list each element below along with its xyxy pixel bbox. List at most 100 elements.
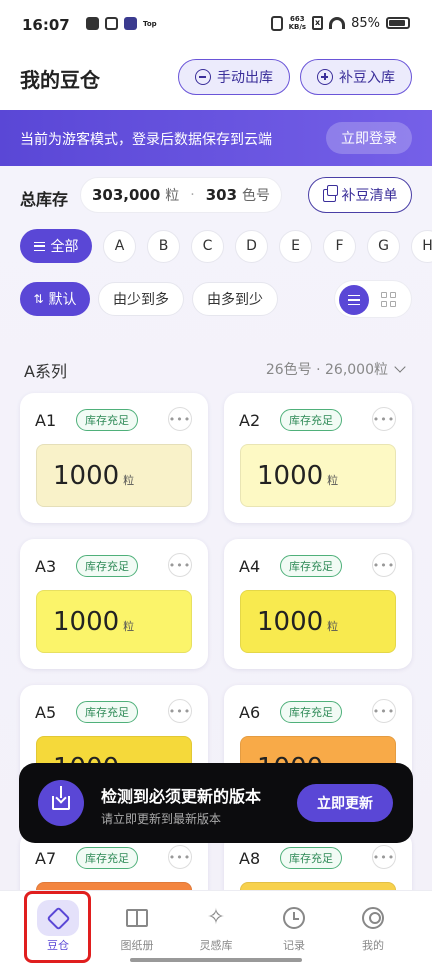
color-unit: 色号 bbox=[242, 188, 271, 204]
restock-list-label: 补豆清单 bbox=[341, 188, 398, 204]
bean-quantity: 1000 bbox=[53, 461, 120, 491]
manual-out-button[interactable]: 手动出库 bbox=[178, 59, 290, 95]
bean-card[interactable]: A1 库存充足 ••• 1000 粒 bbox=[20, 393, 208, 523]
battery-icon bbox=[386, 17, 410, 29]
filter-all-label: 全部 bbox=[50, 239, 79, 255]
stock-status-badge: 库存充足 bbox=[280, 847, 342, 869]
book-icon bbox=[126, 909, 148, 927]
restock-list-button[interactable]: 补豆清单 bbox=[308, 177, 412, 213]
chevron-down-icon bbox=[394, 361, 406, 373]
tab-label: 记录 bbox=[283, 939, 305, 952]
count-unit: 粒 bbox=[165, 188, 180, 204]
update-subtitle: 请立即更新到最新版本 bbox=[101, 812, 222, 826]
tab-label: 图纸册 bbox=[120, 939, 154, 952]
sort-default-label: 默认 bbox=[48, 292, 77, 308]
color-swatch: 1000 粒 bbox=[240, 590, 396, 653]
bean-card[interactable]: A2 库存充足 ••• 1000 粒 bbox=[224, 393, 412, 523]
tab-inspiration[interactable]: ✧ 灵感库 bbox=[181, 891, 251, 964]
filter-all-chip[interactable]: 全部 bbox=[20, 229, 92, 263]
more-options-icon[interactable]: ••• bbox=[372, 407, 396, 431]
sort-icon: ⇅ bbox=[33, 292, 44, 306]
filter-letter-f[interactable]: F bbox=[323, 229, 356, 263]
sort-desc-chip[interactable]: 由多到少 bbox=[192, 282, 278, 316]
series-title: A系列 bbox=[24, 362, 67, 381]
download-icon bbox=[38, 780, 84, 826]
history-icon bbox=[283, 907, 305, 929]
wifi-icon bbox=[329, 17, 346, 29]
bean-quantity: 1000 bbox=[53, 607, 120, 637]
bean-card[interactable]: A4 库存充足 ••• 1000 粒 bbox=[224, 539, 412, 669]
tab-label: 我的 bbox=[362, 939, 384, 952]
bean-card[interactable]: A3 库存充足 ••• 1000 粒 bbox=[20, 539, 208, 669]
status-time: 16:07 bbox=[22, 16, 70, 34]
more-options-icon[interactable]: ••• bbox=[372, 845, 396, 869]
total-inventory-label: 总库存 bbox=[20, 190, 69, 209]
filter-icon bbox=[33, 241, 45, 251]
bean-unit: 粒 bbox=[327, 620, 339, 633]
summary-separator: · bbox=[190, 187, 195, 203]
sort-row: ⇅ 默认 由少到多 由多到少 bbox=[20, 282, 278, 316]
stock-status-badge: 库存充足 bbox=[76, 409, 138, 431]
sort-asc-chip[interactable]: 由少到多 bbox=[98, 282, 184, 316]
filter-letter-b[interactable]: B bbox=[147, 229, 180, 263]
no-sim-icon: x bbox=[312, 16, 324, 30]
more-options-icon[interactable]: ••• bbox=[168, 699, 192, 723]
bean-code: A4 bbox=[239, 557, 261, 576]
total-count: 303,000 bbox=[91, 186, 161, 204]
bean-quantity: 1000 bbox=[257, 461, 324, 491]
filter-letter-g[interactable]: G bbox=[367, 229, 400, 263]
bean-unit: 粒 bbox=[123, 474, 135, 487]
user-icon bbox=[362, 907, 384, 929]
stock-status-badge: 库存充足 bbox=[76, 555, 138, 577]
tab-profile[interactable]: 我的 bbox=[338, 891, 408, 964]
app-header: 我的豆仓 手动出库 补豆入库 bbox=[0, 52, 432, 110]
bean-code: A3 bbox=[35, 557, 57, 576]
notification-app-icon bbox=[86, 17, 99, 30]
series-collapse-toggle[interactable]: 26色号 · 26,000粒 bbox=[265, 359, 406, 379]
more-options-icon[interactable]: ••• bbox=[168, 407, 192, 431]
page-title: 我的豆仓 bbox=[20, 68, 100, 92]
sparkle-icon: ✧ bbox=[206, 905, 226, 930]
filter-letter-d[interactable]: D bbox=[235, 229, 268, 263]
home-indicator[interactable] bbox=[130, 958, 302, 962]
bean-code: A7 bbox=[35, 849, 57, 868]
more-options-icon[interactable]: ••• bbox=[168, 845, 192, 869]
bean-code: A6 bbox=[239, 703, 261, 722]
update-toast: 检测到必须更新的版本 请立即更新到最新版本 立即更新 bbox=[19, 763, 413, 843]
more-options-icon[interactable]: ••• bbox=[168, 553, 192, 577]
stock-status-badge: 库存充足 bbox=[280, 701, 342, 723]
list-view-button[interactable] bbox=[339, 285, 369, 315]
filter-letter-e[interactable]: E bbox=[279, 229, 312, 263]
status-system-icons: 663 KB/s x 85% bbox=[270, 15, 410, 31]
minus-circle-icon bbox=[195, 69, 211, 85]
network-speed: 663 KB/s bbox=[288, 15, 307, 31]
copy-list-icon bbox=[322, 184, 338, 202]
status-bar: 16:07 Top 663 KB/s x 85% bbox=[0, 0, 432, 52]
bean-unit: 粒 bbox=[123, 620, 135, 633]
tab-records[interactable]: 记录 bbox=[259, 891, 329, 964]
tab-patterns[interactable]: 图纸册 bbox=[102, 891, 172, 964]
update-now-button[interactable]: 立即更新 bbox=[297, 784, 393, 822]
stock-status-badge: 库存充足 bbox=[280, 409, 342, 431]
login-button[interactable]: 立即登录 bbox=[326, 122, 412, 154]
battery-percent: 85% bbox=[351, 15, 380, 31]
restock-in-button[interactable]: 补豆入库 bbox=[300, 59, 412, 95]
series-meta: 26色号 · 26,000粒 bbox=[265, 362, 388, 378]
notification-app-icon bbox=[124, 17, 137, 30]
bean-unit: 粒 bbox=[327, 474, 339, 487]
grid-view-button[interactable] bbox=[381, 292, 396, 307]
guest-mode-message: 当前为游客模式，登录后数据保存到云端 bbox=[20, 132, 272, 148]
notification-top-label: Top bbox=[143, 19, 157, 28]
bean-code: A5 bbox=[35, 703, 57, 722]
filter-letter-h[interactable]: H bbox=[411, 229, 432, 263]
filter-letter-a[interactable]: A bbox=[103, 229, 136, 263]
filter-letter-c[interactable]: C bbox=[191, 229, 224, 263]
more-options-icon[interactable]: ••• bbox=[372, 699, 396, 723]
more-options-icon[interactable]: ••• bbox=[372, 553, 396, 577]
color-count: 303 bbox=[205, 186, 238, 204]
color-swatch: 1000 粒 bbox=[36, 444, 192, 507]
sort-default-chip[interactable]: ⇅ 默认 bbox=[20, 282, 90, 316]
plus-circle-icon bbox=[317, 69, 333, 85]
stock-status-badge: 库存充足 bbox=[76, 701, 138, 723]
stock-status-badge: 库存充足 bbox=[76, 847, 138, 869]
